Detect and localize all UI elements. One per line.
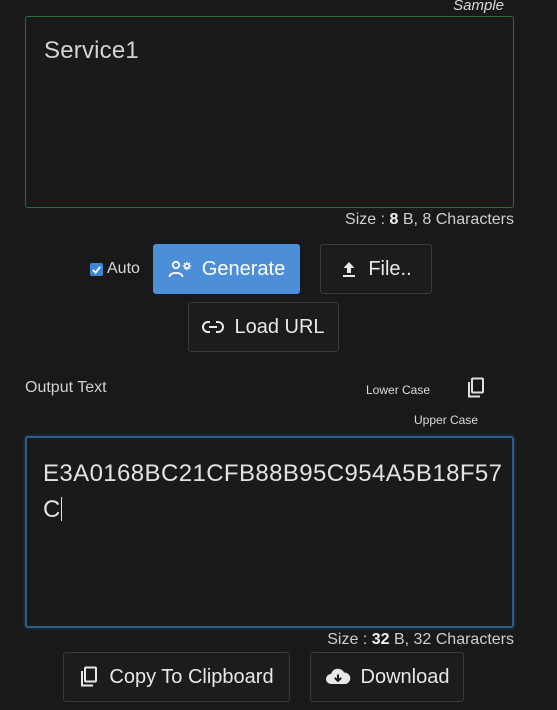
auto-checkbox[interactable] — [90, 262, 103, 276]
generate-button[interactable]: Generate — [153, 244, 300, 294]
sample-input[interactable]: Service1 — [25, 16, 514, 208]
sample-input-text: Service1 — [44, 37, 139, 64]
lower-case-option[interactable]: Lower Case — [366, 383, 430, 397]
download-label: Download — [360, 665, 450, 688]
input-size-info: Size : 8 B, 8 Characters — [345, 211, 514, 229]
generate-label: Generate — [201, 257, 286, 280]
output-value: E3A0168BC21CFB88B95C954A5B18F57C — [43, 460, 503, 523]
file-upload-button[interactable]: File.. — [320, 244, 432, 294]
file-label: File.. — [368, 257, 412, 280]
copy-to-clipboard-button[interactable]: Copy To Clipboard — [63, 652, 290, 702]
checkmark-icon — [92, 265, 101, 274]
load-url-button[interactable]: Load URL — [188, 302, 339, 352]
output-text: E3A0168BC21CFB88B95C954A5B18F57C — [43, 456, 503, 528]
page: Sample Service1 Size : 8 B, 8 Characters… — [0, 0, 557, 710]
cloud-download-icon — [325, 667, 351, 687]
input-size-suffix: B, 8 Characters — [398, 211, 514, 228]
output-size-prefix: Size : — [327, 631, 372, 648]
input-size-prefix: Size : — [345, 211, 390, 228]
sample-label: Sample — [453, 0, 504, 14]
upload-icon — [340, 260, 358, 278]
output-size-value: 32 — [371, 631, 390, 648]
output-size-suffix: B, 32 Characters — [389, 631, 514, 648]
link-icon — [202, 320, 225, 334]
copy-label: Copy To Clipboard — [109, 665, 274, 688]
text-caret — [60, 497, 62, 521]
user-gear-icon — [168, 259, 192, 279]
upper-case-option[interactable]: Upper Case — [414, 413, 478, 427]
load-url-label: Load URL — [234, 315, 325, 338]
output-label: Output Text — [25, 379, 107, 396]
auto-toggle[interactable]: Auto — [90, 260, 140, 278]
output-size-info: Size : 32 B, 32 Characters — [327, 631, 514, 649]
copy-icon[interactable] — [466, 377, 486, 404]
output-textarea[interactable]: E3A0168BC21CFB88B95C954A5B18F57C — [25, 436, 514, 628]
download-button[interactable]: Download — [310, 652, 464, 702]
clipboard-icon — [79, 666, 99, 688]
auto-label: Auto — [107, 260, 140, 277]
